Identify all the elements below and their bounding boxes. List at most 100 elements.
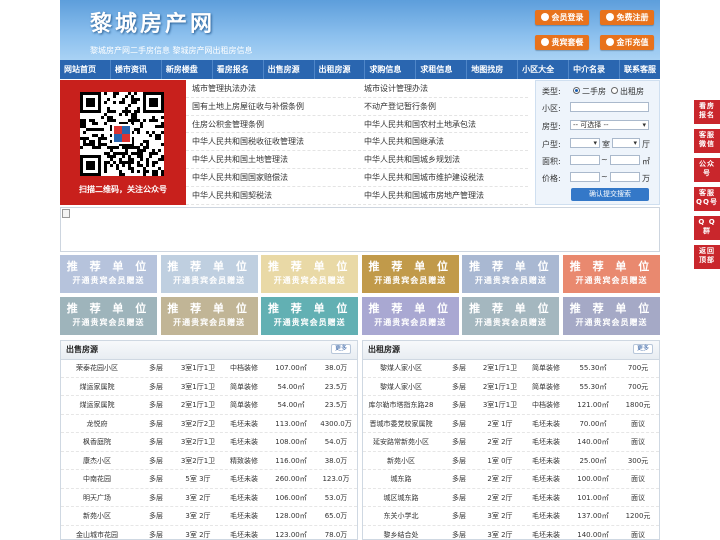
news-link[interactable]: 中华人民共和国城乡规划法 (358, 151, 528, 169)
free-register-button[interactable]: 免费注册 (600, 10, 654, 25)
listing-cell: 123.0万 (322, 475, 350, 483)
news-link[interactable]: 中华人民共和国国家赔偿法 (186, 169, 356, 187)
nav-item[interactable]: 小区大全 (517, 60, 558, 79)
price-max-input[interactable] (610, 172, 640, 182)
sidebar-button[interactable]: 客服 QQ号 (694, 187, 720, 211)
news-link[interactable]: 国有土地上房屋征收与补偿条例 (186, 98, 356, 116)
promo-tile[interactable]: 推 荐 单 位开通贵宾会员赠送 (261, 297, 359, 335)
listing-row[interactable]: 城东路 多层 2室 2厅 毛坯未装 100.00㎡ 面议 (363, 470, 659, 489)
promo-tile[interactable]: 推 荐 单 位开通贵宾会员赠送 (563, 297, 660, 335)
listing-row[interactable]: 明天广场 多层 3室 2厅 毛坯未装 106.00㎡ 53.0万 (61, 489, 357, 507)
listing-cell: 新苑小区 (387, 456, 415, 465)
listing-row[interactable]: 延安路常新苑小区 多层 2室 2厅 毛坯未装 140.00㎡ 面议 (363, 433, 659, 452)
listing-cell: 1200元 (625, 512, 651, 520)
listing-cell: 100.00㎡ (577, 475, 609, 483)
listing-row[interactable]: 龙悦府 多层 3室2厅2卫 毛坯未装 113.00㎡ 4300.0万 (61, 415, 357, 433)
listing-row[interactable]: 新苑小区 多层 1室 0厅 毛坯未装 25.00㎡ 300元 (363, 452, 659, 470)
news-link[interactable]: 住房公积金管理条例 (186, 116, 356, 134)
listing-cell: 54.00㎡ (277, 382, 305, 391)
promo-tile[interactable]: 推 荐 单 位开通贵宾会员赠送 (160, 255, 258, 293)
news-link[interactable]: 城市设计管理办法 (358, 80, 528, 98)
hall-count-select[interactable]: ▾ (612, 138, 640, 148)
listing-row[interactable]: 枫香庭院 多层 3室2厅1卫 毛坯未装 108.00㎡ 54.0万 (61, 433, 357, 452)
sidebar-button[interactable]: 公众号 (694, 158, 720, 182)
search-submit-button[interactable]: 确认提交搜索 (571, 188, 649, 201)
listing-cell: 55.30㎡ (579, 382, 607, 391)
radio-sale[interactable] (573, 87, 580, 94)
news-link[interactable]: 中华人民共和国继承法 (358, 133, 528, 152)
area-range-sep: ~ (601, 155, 608, 164)
news-link[interactable]: 城市管理执法办法 (186, 80, 356, 98)
listing-row[interactable]: 新苑小区 多层 3室 2厅 毛坯未装 128.00㎡ 65.0万 (61, 507, 357, 526)
nav-item[interactable]: 出售房源 (262, 60, 304, 79)
area-min-input[interactable] (570, 155, 600, 165)
nav-item[interactable]: 求购信息 (364, 60, 405, 79)
promo-tile[interactable]: 推 荐 单 位开通贵宾会员赠送 (160, 297, 258, 335)
news-link[interactable]: 中华人民共和国土地管理法 (186, 151, 356, 169)
site-logo-title[interactable]: 黎城房产网 (90, 6, 215, 38)
listing-row[interactable]: 城区城东路 多层 2室 2厅 毛坯未装 101.00㎡ 面议 (363, 489, 659, 507)
listing-row[interactable]: 煤运家属院 多层 3室1厅1卫 简单装修 54.00㎡ 23.5万 (61, 378, 357, 396)
promo-tile[interactable]: 推 荐 单 位开通贵宾会员赠送 (361, 255, 459, 293)
sidebar-button[interactable]: 返回 顶部 (694, 245, 720, 269)
listing-row[interactable]: 煤运家属院 多层 2室1厅1卫 简单装修 54.00㎡ 23.5万 (61, 396, 357, 415)
listing-row[interactable]: 黎煤人家小区 多层 2室1厅1卫 简单装修 55.30㎡ 700元 (363, 359, 659, 378)
area-unit: ㎡ (642, 157, 650, 166)
nav-item[interactable]: 看房报名 (211, 60, 253, 79)
listing-row[interactable]: 荣泰花园小区 多层 3室1厅1卫 中档装修 107.00㎡ 38.0万 (61, 359, 357, 378)
listing-row[interactable]: 库尔勒市塔指东路28 多层 3室1厅1卫 中档装修 121.00㎡ 1800元 (363, 396, 659, 415)
member-login-button[interactable]: 会员登录 (535, 10, 589, 25)
nav-item[interactable]: 网站首页 (60, 60, 100, 79)
listing-cell: 3室1厅1卫 (180, 364, 216, 372)
area-label: 面积: (542, 157, 561, 166)
rent-more-link[interactable]: 更多 (632, 344, 653, 354)
promo-tile[interactable]: 推 荐 单 位开通贵宾会员赠送 (60, 255, 157, 293)
news-link[interactable]: 不动产登记暂行条例 (358, 98, 528, 116)
nav-item[interactable]: 出租房源 (313, 60, 355, 79)
promo-tile[interactable]: 推 荐 单 位开通贵宾会员赠送 (60, 297, 157, 335)
listing-cell: 多层 (149, 493, 163, 502)
news-link[interactable]: 中华人民共和国农村土地承包法 (358, 116, 528, 134)
sidebar-button[interactable]: Q Q群 (694, 216, 720, 240)
nav-item[interactable]: 新房楼盘 (160, 60, 202, 79)
promo-tile[interactable]: 推 荐 单 位开通贵宾会员赠送 (261, 255, 359, 293)
promo-tile[interactable]: 推 荐 单 位开通贵宾会员赠送 (462, 255, 560, 293)
listing-row[interactable]: 康杰小区 多层 3室2厅1卫 精致装修 116.00㎡ 38.0万 (61, 452, 357, 470)
listing-row[interactable]: 黎煤人家小区 多层 2室1厅1卫 简单装修 55.30㎡ 700元 (363, 378, 659, 396)
news-link[interactable]: 中华人民共和国税收征收管理法 (186, 133, 356, 152)
listing-row[interactable]: 中南花园 多层 5室 3厅 毛坯未装 260.00㎡ 123.0万 (61, 470, 357, 489)
price-min-input[interactable] (570, 172, 600, 182)
news-link[interactable]: 中华人民共和国城市维护建设税法 (358, 169, 528, 187)
vip-package-button[interactable]: 贵宾套餐 (535, 35, 589, 50)
sale-more-link[interactable]: 更多 (330, 344, 351, 354)
coin-recharge-button[interactable]: 金币充值 (600, 35, 654, 50)
listing-row[interactable]: 金山城市花园 多层 3室 2厅 毛坯未装 123.00㎡ 78.0万 (61, 526, 357, 540)
promo-tile[interactable]: 推 荐 单 位开通贵宾会员赠送 (462, 297, 560, 335)
nav-item[interactable]: 地图找房 (466, 60, 507, 79)
listing-row[interactable]: 黎乡结合处 多层 3室 2厅 毛坯未装 140.00㎡ 面议 (363, 526, 659, 540)
ad-banner[interactable] (60, 207, 660, 252)
nav-item[interactable]: 楼市资讯 (109, 60, 151, 79)
nav-item[interactable]: 求租信息 (415, 60, 456, 79)
listing-cell: 3室 2厅 (487, 530, 513, 539)
news-link[interactable]: 中华人民共和国契税法 (186, 187, 356, 205)
listing-cell: 700元 (627, 382, 649, 391)
sidebar-button[interactable]: 看房 报名 (694, 100, 720, 124)
nav-item[interactable]: 联系客服 (618, 60, 660, 79)
room-count-select[interactable]: ▾ (570, 138, 600, 148)
listing-cell: 城区城东路 (383, 493, 419, 502)
area-max-input[interactable] (610, 155, 640, 165)
sidebar-button[interactable]: 客服 微信 (694, 129, 720, 153)
listing-row[interactable]: 东关小学北 多层 3室 2厅 毛坯未装 137.00㎡ 1200元 (363, 507, 659, 526)
promo-tile[interactable]: 推 荐 单 位开通贵宾会员赠送 (361, 297, 459, 335)
house-type-select[interactable]: -- 可选择 -- ▾ (570, 120, 649, 130)
news-link[interactable]: 中华人民共和国城市房地产管理法 (358, 187, 528, 205)
promo-tile[interactable]: 推 荐 单 位开通贵宾会员赠送 (563, 255, 660, 293)
nav-item[interactable]: 中介名录 (568, 60, 609, 79)
listing-cell: 晋城市委党校家属院 (369, 419, 433, 428)
community-input[interactable] (570, 102, 649, 112)
radio-rent[interactable] (611, 87, 618, 94)
listing-cell: 700元 (627, 364, 649, 372)
listing-cell: 毛坯未装 (230, 512, 258, 520)
listing-row[interactable]: 晋城市委党校家属院 多层 2室 1厅 毛坯未装 70.00㎡ 面议 (363, 415, 659, 433)
